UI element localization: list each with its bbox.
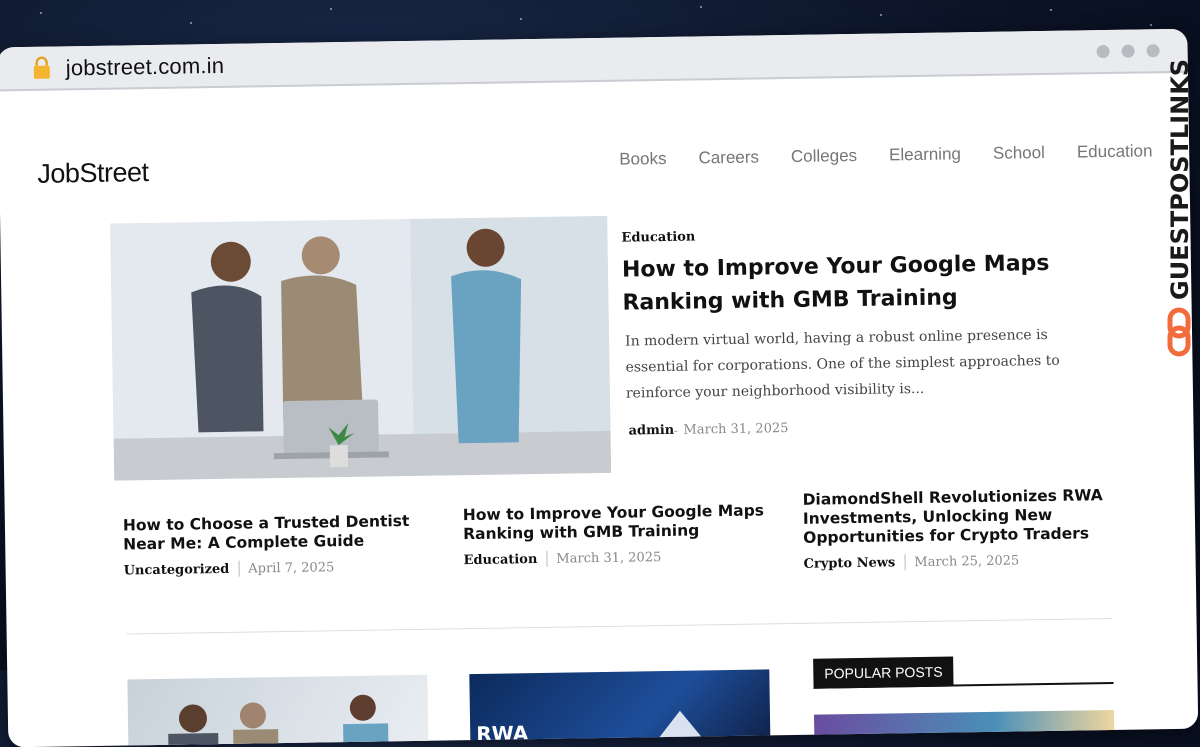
post-card[interactable]: DiamondShell Revolutionizes RWA Investme…: [802, 486, 1123, 572]
post-card[interactable]: How to Improve Your Google Maps Ranking …: [463, 501, 784, 568]
nav-education[interactable]: Education: [1077, 141, 1153, 162]
meta-divider: [904, 554, 906, 571]
post-thumbnail[interactable]: RWA: [469, 669, 771, 747]
hero-separator: -: [673, 422, 678, 438]
nav-books[interactable]: Books: [619, 149, 667, 170]
popular-post-thumbnail[interactable]: [813, 709, 1115, 745]
post-title[interactable]: DiamondShell Revolutionizes RWA Investme…: [802, 486, 1123, 548]
hero-excerpt: In modern virtual world, having a robust…: [624, 326, 1060, 402]
post-date: April 7, 2025: [248, 559, 335, 577]
main-nav: Books Careers Colleges Elearning School …: [619, 141, 1153, 169]
popular-posts-heading: POPULAR POSTS: [813, 656, 954, 689]
post-category[interactable]: Uncategorized: [124, 561, 230, 578]
post-date: March 31, 2025: [556, 549, 662, 567]
browser-frame: jobstreet.com.in JobStreet Books Careers…: [0, 0, 1200, 747]
post-title[interactable]: How to Improve Your Google Maps Ranking …: [463, 501, 784, 544]
hero-author[interactable]: admin: [628, 423, 674, 439]
post-date: March 25, 2025: [914, 552, 1020, 570]
post-card[interactable]: How to Choose a Trusted Dentist Near Me:…: [123, 511, 444, 578]
hero-category[interactable]: Education: [621, 229, 695, 245]
window-dot-icon[interactable]: [1121, 44, 1135, 58]
window-dot-icon[interactable]: [1096, 44, 1110, 59]
nav-school[interactable]: School: [993, 143, 1045, 164]
post-category[interactable]: Crypto News: [804, 555, 896, 571]
post-thumbnail[interactable]: [127, 674, 429, 747]
nav-colleges[interactable]: Colleges: [791, 146, 857, 167]
nav-elearning[interactable]: Elearning: [889, 144, 961, 165]
chain-link-icon: [1167, 307, 1191, 357]
meta-divider: [238, 560, 240, 577]
url-text[interactable]: jobstreet.com.in: [66, 53, 225, 81]
post-category[interactable]: Education: [463, 552, 537, 568]
mountain-graphic: [639, 710, 721, 747]
office-photo-illustration: [168, 694, 389, 747]
popular-posts-widget: POPULAR POSTS: [813, 654, 1115, 745]
watermark-text: GUESTPOSTLINKS: [1166, 60, 1194, 300]
thumbnail-text: RWA: [476, 721, 529, 746]
hero-date: March 31, 2025: [683, 421, 789, 438]
office-photo-illustration: [110, 215, 612, 481]
guestpostlinks-watermark: GUESTPOSTLINKS: [1166, 60, 1194, 357]
browser-window: jobstreet.com.in JobStreet Books Careers…: [0, 28, 1199, 747]
page-content: JobStreet Books Careers Colleges Elearni…: [0, 73, 1198, 747]
lock-icon: [33, 56, 50, 79]
window-dot-icon[interactable]: [1146, 44, 1160, 58]
window-controls: [1096, 44, 1160, 59]
nav-careers[interactable]: Careers: [698, 147, 759, 168]
site-logo[interactable]: JobStreet: [37, 157, 149, 190]
section-divider: [126, 617, 1113, 635]
post-title[interactable]: How to Choose a Trusted Dentist Near Me:…: [123, 511, 444, 554]
hero-image[interactable]: [110, 215, 612, 481]
meta-divider: [546, 550, 548, 567]
hero-title[interactable]: How to Improve Your Google Maps Ranking …: [622, 247, 1053, 320]
